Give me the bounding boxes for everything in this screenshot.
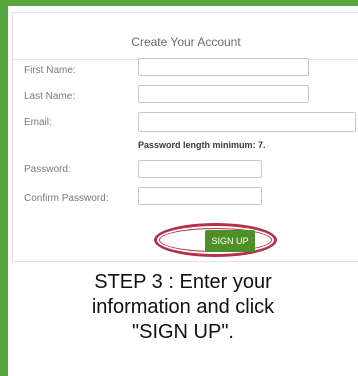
first-name-label: First Name: [24,65,76,76]
password-field[interactable] [138,160,262,178]
confirm-password-label: Confirm Password: [24,193,109,204]
caption-line-3: "SIGN UP". [132,321,234,343]
confirm-password-field[interactable] [138,187,262,205]
last-name-field[interactable] [138,85,309,103]
instruction-caption: STEP 3 : Enter your information and clic… [8,270,358,345]
password-label: Password: [24,164,71,175]
email-field[interactable] [138,112,356,132]
password-length-hint: Password length minimum: 7. [138,140,266,150]
first-name-field[interactable] [138,58,309,76]
caption-line-2: information and click [91,296,275,318]
caption-line-1: STEP 3 : Enter your [94,271,272,293]
last-name-label: Last Name: [24,91,76,102]
sign-up-button[interactable]: SIGN UP [205,230,255,252]
form-title: Create Your Account [131,35,241,49]
email-label: Email: [24,117,52,128]
